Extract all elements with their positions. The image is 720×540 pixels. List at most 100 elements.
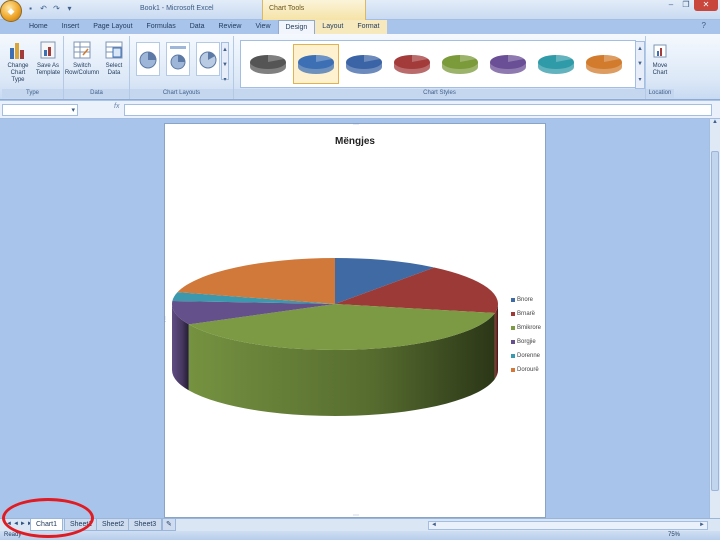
legend-key: [511, 298, 515, 302]
close-button[interactable]: ✕: [694, 0, 718, 11]
scroll-right-icon[interactable]: ►: [699, 522, 705, 528]
tab-review[interactable]: Review: [212, 20, 249, 34]
legend-label: Dorourë: [517, 367, 539, 373]
tab-view[interactable]: View: [248, 20, 277, 34]
chart-style-5[interactable]: [437, 44, 483, 84]
move-chart-button[interactable]: Move Chart: [646, 39, 674, 77]
help-icon[interactable]: ?: [702, 21, 706, 30]
legend-key: [511, 340, 515, 344]
chart-title[interactable]: Mëngjes: [165, 136, 545, 147]
sheet-tab-sheet3[interactable]: Sheet3: [128, 519, 163, 531]
window-title: Book1 - Microsoft Excel: [140, 5, 214, 12]
window-controls: – ❐ ✕: [664, 0, 718, 11]
scroll-up-icon[interactable]: ▲: [710, 119, 720, 129]
tab-design[interactable]: Design: [277, 20, 316, 34]
tab-data[interactable]: Data: [183, 20, 212, 34]
name-box[interactable]: ▾: [2, 104, 78, 116]
customize-toolbar-icon[interactable]: ▾: [65, 4, 74, 13]
ribbon-tabs: Home Insert Page Layout Formulas Data Re…: [22, 20, 387, 34]
formula-input[interactable]: [124, 104, 712, 116]
template-icon: [38, 39, 58, 61]
chart-legend[interactable]: Bnore Brnarë Bmikrore Borgjie Dorenne Dorourë: [511, 293, 541, 377]
scroll-down-icon: ▼: [637, 61, 643, 68]
type-group-label: Type: [2, 89, 63, 98]
legend-key: [511, 312, 515, 316]
chart-style-3[interactable]: [341, 44, 387, 84]
styles-gallery-scroll[interactable]: ▲ ▼ ▾: [635, 41, 645, 89]
insert-sheet-icon[interactable]: ✎: [162, 519, 176, 531]
vertical-scrollbar[interactable]: ▲: [709, 119, 720, 518]
move-chart-icon: [650, 39, 670, 61]
layouts-scroll[interactable]: ▲ ▼ ▾: [221, 42, 229, 83]
switch-row-column-label: Switch Row/Column: [64, 63, 100, 76]
legend-key: [511, 354, 515, 358]
location-group-label: Location: [646, 89, 674, 98]
chart-layout-2[interactable]: [166, 42, 190, 76]
chart-layout-3[interactable]: [196, 42, 220, 76]
data-group-label: Data: [64, 89, 129, 98]
pie-layout-icon: [139, 51, 157, 69]
chart-style-1[interactable]: [245, 44, 291, 84]
select-data-icon: [104, 39, 124, 61]
resize-handle-top[interactable]: ⋯: [353, 121, 359, 128]
legend-key: [511, 368, 515, 372]
fx-button[interactable]: fx: [82, 103, 122, 117]
tab-layout[interactable]: Layout: [315, 20, 351, 34]
chart-styles-group: ▲ ▼ ▾ Chart Styles: [234, 36, 646, 99]
office-button[interactable]: ◆: [0, 0, 22, 22]
horizontal-scrollbar[interactable]: ◄ ►: [428, 521, 708, 530]
office-logo-icon: ◆: [7, 5, 15, 16]
chart-layouts-group-label: Chart Layouts: [130, 89, 233, 98]
name-box-dropdown-icon[interactable]: ▾: [71, 106, 75, 114]
sheet-tab-sheet2[interactable]: Sheet2: [96, 519, 131, 531]
tab-page-layout[interactable]: Page Layout: [86, 20, 139, 34]
redo-icon[interactable]: ↷: [52, 4, 61, 13]
chart-layout-1[interactable]: [136, 42, 160, 76]
highlight-ellipse-annotation: [2, 498, 94, 538]
change-chart-type-label: Change Chart Type: [7, 63, 29, 83]
pie-slice-side-2[interactable]: [494, 304, 498, 379]
pie-plot-area[interactable]: [165, 214, 505, 514]
legend-label: Dorenne: [517, 353, 541, 359]
tab-home[interactable]: Home: [22, 20, 55, 34]
chart-style-4[interactable]: [389, 44, 435, 84]
legend-item[interactable]: Brnarë: [511, 307, 541, 321]
legend-item[interactable]: Borgjie: [511, 335, 541, 349]
chart-style-8[interactable]: [581, 44, 627, 84]
undo-icon[interactable]: ↶: [39, 4, 48, 13]
scroll-up-icon: ▲: [637, 46, 643, 52]
pie-style-icon: [490, 55, 526, 74]
chart-styles-gallery: ▲ ▼ ▾: [240, 40, 645, 89]
scroll-thumb[interactable]: [711, 151, 719, 491]
chart-style-2[interactable]: [293, 44, 339, 84]
title-bar: ▪ ↶ ↷ ▾ Book1 - Microsoft Excel Chart To…: [0, 0, 720, 20]
pie-style-icon: [586, 55, 622, 74]
pie-layout-icon: [170, 46, 186, 70]
legend-item[interactable]: Bmikrore: [511, 321, 541, 335]
select-data-button[interactable]: Select Data: [100, 39, 128, 77]
sheet-tabs-bar: ◄ ◄ ► ► Chart1 Sheet1 Sheet2 Sheet3 ✎ ◄ …: [0, 518, 720, 531]
change-chart-type-button[interactable]: Change Chart Type: [4, 39, 32, 84]
ribbon: Change Chart Type Save As Template Type …: [0, 34, 720, 100]
chart-style-6[interactable]: [485, 44, 531, 84]
legend-item[interactable]: Bnore: [511, 293, 541, 307]
tab-formulas[interactable]: Formulas: [140, 20, 183, 34]
legend-label: Borgjie: [517, 339, 536, 345]
pie-style-icon: [394, 55, 430, 74]
switch-row-column-button[interactable]: Switch Row/Column: [64, 39, 100, 77]
move-chart-label: Move Chart: [652, 63, 668, 76]
legend-item[interactable]: Dorenne: [511, 349, 541, 363]
save-icon[interactable]: ▪: [26, 4, 35, 13]
chart-style-7[interactable]: [533, 44, 579, 84]
chart-area[interactable]: ⋯ ⋮ ⋯ Mëngjes Bnore Brnarë Bmikrore Borgjie…: [162, 121, 546, 519]
pie-layout-icon: [199, 51, 217, 69]
tab-insert[interactable]: Insert: [55, 20, 87, 34]
scroll-left-icon[interactable]: ◄: [431, 522, 437, 528]
restore-button[interactable]: ❐: [679, 0, 693, 11]
minimize-button[interactable]: –: [664, 0, 678, 11]
tab-format[interactable]: Format: [350, 20, 387, 34]
save-as-template-label: Save As Template: [35, 63, 61, 76]
legend-item[interactable]: Dorourë: [511, 363, 541, 377]
save-as-template-button[interactable]: Save As Template: [34, 39, 62, 77]
zoom-level[interactable]: 75%: [668, 532, 680, 538]
